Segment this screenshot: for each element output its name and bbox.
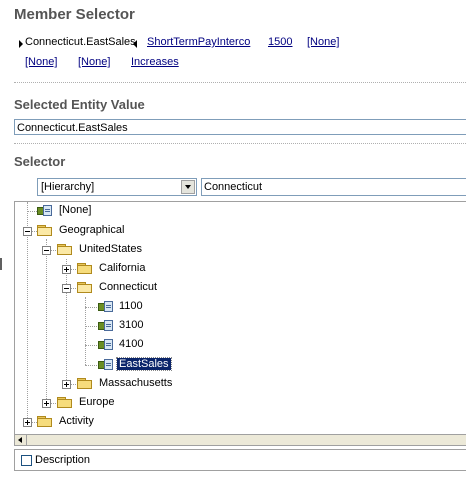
description-checkbox[interactable] (21, 455, 32, 466)
pov-custom2-link[interactable]: [None] (78, 56, 110, 68)
tree-node-massachusetts[interactable]: Massachusetts (15, 376, 215, 392)
hierarchy-dropdown-value: [Hierarchy] (41, 181, 95, 193)
tree-node-unitedstates[interactable]: UnitedStates (15, 242, 215, 258)
pov-icp-link[interactable]: [None] (307, 36, 339, 48)
tree-node-label: Activity (59, 415, 94, 427)
chevron-down-icon[interactable] (181, 180, 195, 194)
tree-node-label: Europe (79, 396, 115, 408)
selected-entity-field[interactable]: Connecticut.EastSales (14, 119, 466, 135)
tree-node-label: [None] (59, 204, 92, 216)
tree-node-label: Massachusetts (99, 377, 173, 389)
caret-right-icon (19, 40, 23, 48)
tree-node-label: California (99, 262, 146, 274)
tree-node-label: 1100 (119, 300, 143, 312)
tree-node-eastsales[interactable]: EastSales (15, 357, 215, 373)
left-edge-marker (0, 258, 2, 270)
tree-node-europe[interactable]: Europe (15, 395, 215, 411)
pov-custom3-link[interactable]: Increases (131, 56, 179, 68)
tree-node-4100[interactable]: 4100 (15, 337, 215, 353)
member-icon (98, 359, 114, 371)
selected-entity-title: Selected Entity Value (14, 97, 145, 112)
expand-icon[interactable] (42, 399, 51, 408)
search-input[interactable]: Connecticut (201, 178, 466, 196)
tree-node-geographical[interactable]: Geographical (15, 223, 215, 239)
expand-icon[interactable] (62, 380, 71, 389)
tree-node-activity[interactable]: Activity (15, 414, 215, 430)
tree-node-1100[interactable]: 1100 (15, 299, 215, 315)
folder-icon (57, 397, 73, 409)
description-panel: Description (14, 449, 466, 471)
member-icon (98, 339, 114, 351)
scroll-left-icon[interactable] (15, 435, 27, 445)
member-icon (98, 320, 114, 332)
description-label: Description (35, 454, 91, 466)
tree-node-label: 3100 (119, 319, 144, 331)
member-icon (37, 205, 53, 217)
tree-node-none[interactable]: [None] (15, 203, 215, 219)
folder-icon (37, 416, 53, 428)
tree-node-label: UnitedStates (79, 243, 142, 255)
folder-icon (77, 263, 93, 275)
tree-node-connecticut[interactable]: Connecticut (15, 280, 215, 296)
tree-node-3100[interactable]: 3100 (15, 318, 215, 334)
folder-icon (77, 378, 93, 390)
tree-node-label-selected: EastSales (116, 357, 172, 371)
member-icon (98, 301, 114, 313)
pov-account-link[interactable]: ShortTermPayInterco (147, 36, 250, 48)
divider (14, 143, 466, 144)
member-tree[interactable]: [None] Geographical UnitedStates Califor… (14, 201, 466, 445)
collapse-icon[interactable] (42, 246, 51, 255)
horizontal-scrollbar[interactable] (14, 434, 466, 446)
folder-open-icon (37, 225, 53, 237)
tree-node-california[interactable]: California (15, 261, 215, 277)
tree-node-label: Geographical (59, 224, 125, 236)
pov-value-link[interactable]: 1500 (268, 36, 292, 48)
folder-open-icon (77, 282, 93, 294)
expand-icon[interactable] (23, 418, 32, 427)
hierarchy-dropdown[interactable]: [Hierarchy] (37, 178, 197, 196)
caret-left-icon (133, 40, 137, 48)
folder-open-icon (57, 244, 73, 256)
member-selector-title: Member Selector (14, 6, 135, 23)
selector-title: Selector (14, 154, 66, 169)
collapse-icon[interactable] (62, 284, 71, 293)
collapse-icon[interactable] (23, 227, 32, 236)
expand-icon[interactable] (62, 265, 71, 274)
divider (14, 82, 466, 83)
pov-custom1-link[interactable]: [None] (25, 56, 57, 68)
tree-node-label: Connecticut (99, 281, 158, 293)
tree-node-label: 4100 (119, 338, 144, 350)
pov-entity-selected[interactable]: Connecticut.EastSales (25, 36, 136, 48)
